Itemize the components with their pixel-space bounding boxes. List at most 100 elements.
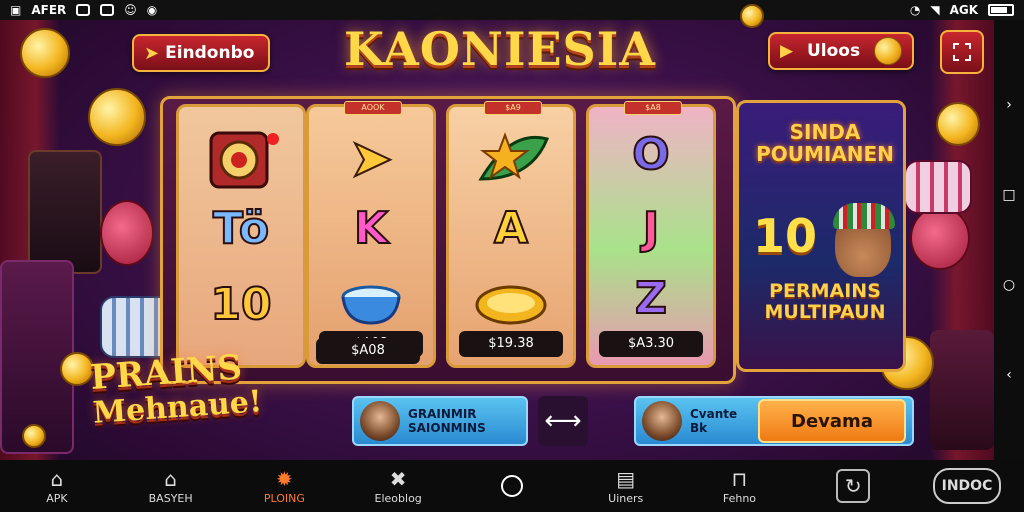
banner-left-line1: GRAINMIR (408, 407, 477, 421)
cup-icon (309, 279, 433, 333)
reel-3[interactable]: $A9 A $19.38 (446, 101, 576, 368)
banner-right-line1: Cvante (690, 407, 738, 421)
coin-icon (874, 37, 902, 65)
coins-button[interactable]: ▶ Uloos (768, 32, 914, 70)
lobby-button[interactable]: ➤ Eindonbo (132, 34, 270, 72)
chair-icon: ⊓ (731, 466, 748, 491)
promo-title: SINDA POUMIANEN (745, 120, 903, 166)
swap-button[interactable]: ⟷ (538, 396, 588, 446)
reel-4[interactable]: $A8 O J Z $A3.30 (586, 101, 716, 368)
banner-left-line2: SAIONMINS (408, 421, 486, 435)
promo-title-line1: SINDA (789, 120, 861, 144)
avatar (360, 401, 400, 441)
nav-item-ploing[interactable]: ✹ PLOING (239, 468, 329, 505)
nav-item-fehno[interactable]: ⊓ Fehno (694, 468, 784, 505)
nav-item-indoc[interactable]: INDOC (922, 468, 1012, 504)
reel-amount: $19.38 (459, 331, 563, 357)
nav-label: BASYEH (148, 491, 193, 505)
bottom-nav: ⌂ APK ⌂ BASYEH ✹ PLOING ✖ Eleoblog ▤ Uin… (0, 460, 1024, 512)
slot-machine-bg-right (930, 330, 994, 450)
alarm-icon: ◔ (909, 3, 921, 17)
reel-2[interactable]: AOOK ➤ K $A08 (306, 101, 436, 368)
app-icon: ▣ (10, 3, 22, 17)
symbol-k: K (353, 202, 389, 255)
refresh-icon: ↻ (836, 469, 871, 503)
play-icon: ▶ (780, 41, 794, 61)
chat-icon: ☺ (124, 3, 137, 17)
poker-chip-icon (910, 206, 970, 270)
menu-button[interactable] (940, 30, 984, 74)
nav-item-uiners[interactable]: ▤ Uiners (581, 468, 671, 505)
promo-title-line2: POUMIANEN (756, 142, 894, 166)
circle-icon (500, 475, 523, 497)
symbol-o: O (631, 128, 670, 181)
nav-item-eleoblog[interactable]: ✖ Eleoblog (353, 468, 443, 505)
coin-icon (740, 4, 764, 28)
status-bar: ▣ AFER ☺ ◉ ◔ ◥ AGK (0, 0, 1024, 20)
roulette-roll-icon (904, 160, 972, 214)
notification-icon (76, 4, 91, 16)
status-right-text: AGK (949, 3, 978, 17)
arrow-icon: ➤ (348, 128, 394, 190)
promo-panel[interactable]: SINDA POUMIANEN 10 PERMAINS MULTIPAUN (736, 100, 906, 372)
nav-label: Eleoblog (374, 491, 422, 505)
calendar-icon: ▤ (616, 466, 636, 491)
reel-label: $A9 (484, 101, 542, 115)
nav-item-refresh[interactable]: ↻ (808, 469, 898, 503)
promo-headline: PRAINS Mehnaue! (89, 345, 295, 449)
nav-label: Uiners (608, 491, 644, 505)
nav-label: Fehno (722, 491, 757, 505)
reel-label: AOOK (344, 101, 402, 115)
star-leaf-icon (449, 129, 573, 193)
tools-icon: ✖ (389, 466, 407, 491)
nav-item-basyeh[interactable]: ⌂ BASYEH (126, 468, 216, 505)
character-hat (833, 203, 895, 229)
system-nav-bar: › □ ○ ‹ (994, 20, 1024, 460)
reel-label: $A8 (624, 101, 682, 115)
swap-arrows-icon: ⟷ (544, 406, 582, 436)
lobby-button-label: Eindonbo (165, 43, 255, 63)
promo-number: 10 (753, 209, 818, 263)
nav-item-apk[interactable]: ⌂ APK (12, 468, 102, 505)
indoc-button[interactable]: INDOC (933, 468, 1001, 504)
player-banner-right[interactable]: Cvante Bk Devama (634, 396, 914, 446)
arrow-left-icon: ➤ (144, 42, 160, 64)
back-icon[interactable]: ‹ (1006, 367, 1012, 383)
player-banner-left[interactable]: GRAINMIR SAIONMINS (352, 396, 528, 446)
coin-icon (936, 102, 980, 146)
reel-amount: $A3.30 (599, 331, 703, 357)
promo-subtitle: PERMAINS MULTIPAUN (745, 280, 903, 323)
image-icon (100, 4, 115, 16)
coin-icon (88, 88, 146, 146)
reel-1[interactable]: Tö 10 (176, 104, 306, 368)
chevron-right-icon[interactable]: › (1006, 97, 1012, 113)
avatar (642, 401, 682, 441)
nav-item-home-circle[interactable] (467, 475, 557, 497)
poker-chip-icon (100, 200, 154, 266)
coin-icon (22, 424, 46, 448)
slot-machine-icon (179, 125, 303, 199)
promo-sub-line1: PERMAINS (769, 280, 881, 302)
game-title: KAONIESIA (344, 22, 656, 76)
symbol-a: A (493, 202, 529, 255)
nav-label: APK (46, 491, 68, 505)
gear-icon: ✹ (276, 466, 293, 491)
coins-button-label: Uloos (806, 41, 861, 61)
wifi-icon: ◥ (930, 3, 940, 17)
nav-label: PLOING (263, 491, 305, 505)
home-icon: ⌂ (50, 466, 64, 491)
symbol-z: Z (634, 272, 668, 325)
coin-icon (20, 28, 70, 78)
symbol-10: 10 (209, 278, 272, 331)
house-outline-icon: ⌂ (164, 466, 177, 491)
status-left-text: AFER (31, 3, 67, 17)
symbol-j: J (642, 202, 660, 255)
reel-1-amount: $A08 (316, 338, 420, 364)
slot-machine-bg-left (28, 150, 102, 274)
home-circle-icon[interactable]: ○ (1003, 277, 1015, 293)
coin-icon (449, 279, 573, 333)
cta-button[interactable]: Devama (758, 399, 906, 443)
gamepad-icon: ◉ (146, 3, 158, 17)
recents-icon[interactable]: □ (1002, 187, 1015, 203)
banner-right-line2: Bk (690, 421, 708, 435)
